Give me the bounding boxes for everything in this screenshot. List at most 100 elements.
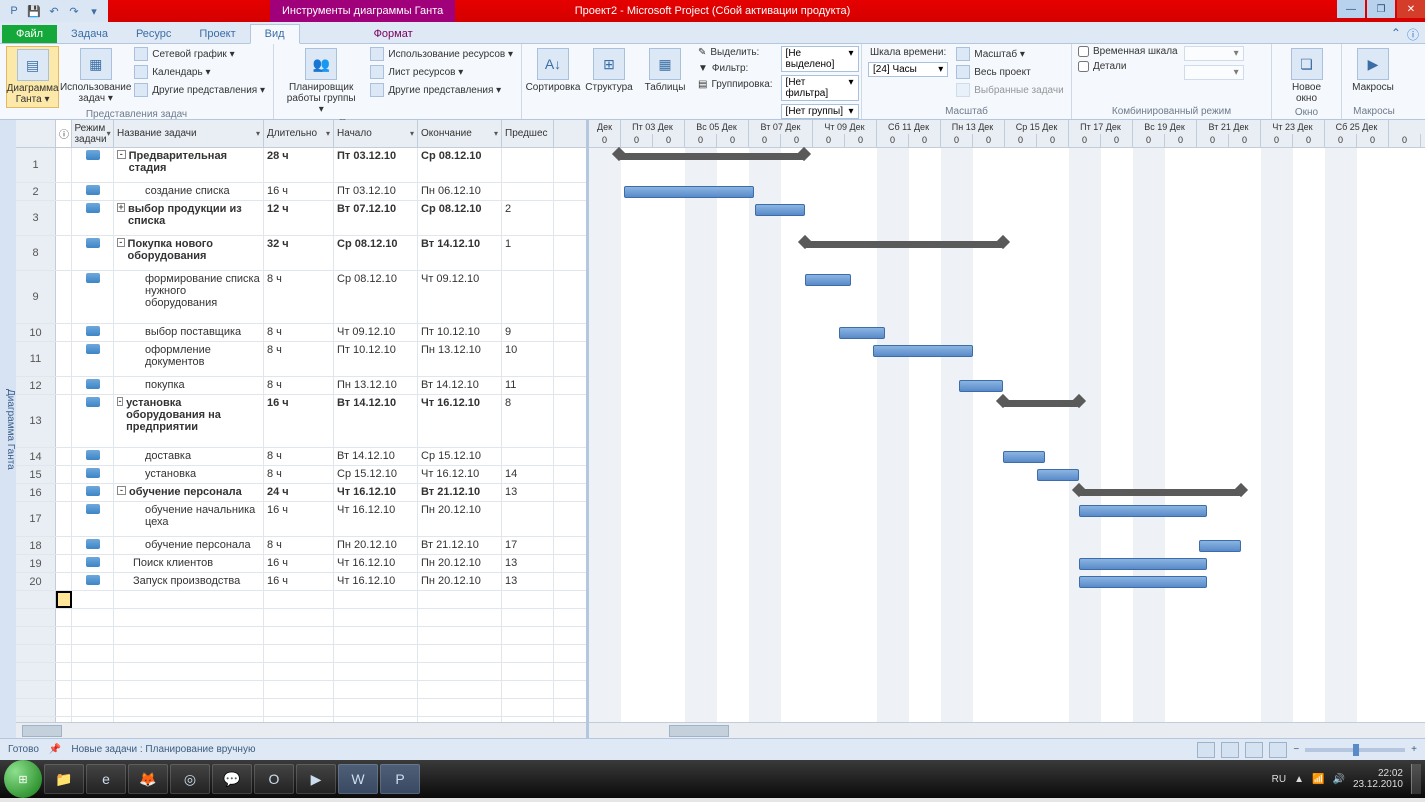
cell-info[interactable] xyxy=(56,342,72,376)
other-views-button[interactable]: Другие представления ▾ xyxy=(132,82,267,98)
cell-mode[interactable] xyxy=(72,324,114,341)
cell-mode[interactable] xyxy=(72,342,114,376)
table-row[interactable]: 16-обучение персонала24 чЧт 16.12.10Вт 2… xyxy=(16,484,586,502)
cell-pred[interactable]: 2 xyxy=(502,201,554,235)
cell-start[interactable]: Пт 03.12.10 xyxy=(334,183,418,200)
cell-end[interactable]: Пн 13.12.10 xyxy=(418,342,502,376)
task-usage-button[interactable]: ▦ Использование задач ▾ xyxy=(65,46,126,108)
taskbar-project[interactable]: P xyxy=(380,764,420,794)
tab-format[interactable]: Формат xyxy=(360,25,427,43)
timescale-hour[interactable]: 0 xyxy=(653,134,685,148)
cell-end[interactable]: Ср 08.12.10 xyxy=(418,201,502,235)
tables-button[interactable]: ▦Таблицы xyxy=(640,46,690,119)
cell-pred[interactable] xyxy=(502,271,554,323)
cell-info[interactable] xyxy=(56,573,72,590)
table-row-blank[interactable] xyxy=(16,699,586,717)
th-end[interactable]: Окончание▾ xyxy=(418,120,502,147)
cell-duration[interactable]: 16 ч xyxy=(264,573,334,590)
table-row[interactable]: 3+выбор продукции из списка12 чВт 07.12.… xyxy=(16,201,586,236)
cell-end[interactable]: Пн 20.12.10 xyxy=(418,573,502,590)
timescale-hour[interactable]: 0 xyxy=(1101,134,1133,148)
outline-toggle-icon[interactable]: - xyxy=(117,238,125,247)
th-mode[interactable]: Режим задачи▾ xyxy=(72,120,114,147)
sort-button[interactable]: A↓Сортировка xyxy=(528,46,578,119)
tray-network-icon[interactable]: 📶 xyxy=(1312,774,1324,785)
cell-mode[interactable] xyxy=(72,448,114,465)
th-pred[interactable]: Предшес xyxy=(502,120,554,147)
row-number[interactable]: 8 xyxy=(16,236,56,270)
cell-mode[interactable] xyxy=(72,271,114,323)
cell-start[interactable]: Пн 20.12.10 xyxy=(334,537,418,554)
zoom-out-button[interactable]: − xyxy=(1293,744,1299,755)
timescale-day[interactable]: Сб 25 Дек xyxy=(1325,120,1389,134)
cell-duration[interactable]: 8 ч xyxy=(264,448,334,465)
cell-mode[interactable] xyxy=(72,591,114,608)
gantt-row[interactable] xyxy=(589,466,1425,484)
timescale-hour[interactable]: 0 xyxy=(781,134,813,148)
gantt-row[interactable] xyxy=(589,573,1425,591)
cell-start[interactable]: Чт 16.12.10 xyxy=(334,573,418,590)
cell-info[interactable] xyxy=(56,183,72,200)
cell-name[interactable]: формирование списка нужного оборудования xyxy=(114,271,264,323)
cell-name[interactable]: -установка оборудования на предприятии xyxy=(114,395,264,447)
cell-name[interactable]: -Предварительная стадия xyxy=(114,148,264,182)
cell-mode[interactable] xyxy=(72,148,114,182)
table-row-blank[interactable] xyxy=(16,681,586,699)
cell-start[interactable]: Чт 16.12.10 xyxy=(334,502,418,536)
zoom-slider[interactable] xyxy=(1305,748,1405,752)
cell-info[interactable] xyxy=(56,324,72,341)
row-number[interactable]: 17 xyxy=(16,502,56,536)
cell-start[interactable] xyxy=(334,591,418,608)
taskbar-ie[interactable]: e xyxy=(86,764,126,794)
timescale-day[interactable]: Пт 03 Дек xyxy=(621,120,685,134)
timeline-checkbox[interactable]: Временная шкала xyxy=(1078,46,1178,57)
cell-start[interactable]: Вт 07.12.10 xyxy=(334,201,418,235)
view-sidebar[interactable]: Диаграмма Ганта xyxy=(0,120,16,738)
cell-duration[interactable]: 32 ч xyxy=(264,236,334,270)
cell-end[interactable]: Пн 20.12.10 xyxy=(418,502,502,536)
cell-start[interactable]: Чт 16.12.10 xyxy=(334,555,418,572)
timescale-hour[interactable]: 0 xyxy=(845,134,877,148)
table-row-blank[interactable] xyxy=(16,609,586,627)
gantt-row[interactable] xyxy=(589,271,1425,324)
timescale-hour[interactable]: 0 xyxy=(621,134,653,148)
timescale-day[interactable]: Вс 19 Дек xyxy=(1133,120,1197,134)
gantt-row[interactable] xyxy=(589,148,1425,183)
table-row-blank[interactable] xyxy=(16,663,586,681)
th-rownum[interactable] xyxy=(16,120,56,147)
cell-info[interactable] xyxy=(56,466,72,483)
timescale-hour[interactable]: 0 xyxy=(589,134,621,148)
cell-mode[interactable] xyxy=(72,502,114,536)
cell-duration[interactable]: 8 ч xyxy=(264,324,334,341)
table-row[interactable]: 8-Покупка нового оборудования32 чСр 08.1… xyxy=(16,236,586,271)
timescale-day[interactable]: Чт 23 Дек xyxy=(1261,120,1325,134)
gantt-row[interactable] xyxy=(589,183,1425,201)
taskbar-explorer[interactable]: 📁 xyxy=(44,764,84,794)
row-number[interactable]: 3 xyxy=(16,201,56,235)
task-bar[interactable] xyxy=(1003,451,1045,463)
resource-sheet-button[interactable]: Лист ресурсов ▾ xyxy=(368,64,515,80)
cell-start[interactable]: Чт 09.12.10 xyxy=(334,324,418,341)
timescale-hour[interactable]: 0 xyxy=(1389,134,1421,148)
tab-task[interactable]: Задача xyxy=(57,25,122,43)
cell-name[interactable]: доставка xyxy=(114,448,264,465)
view-shortcut-1[interactable] xyxy=(1197,742,1215,758)
summary-bar[interactable] xyxy=(1079,489,1241,496)
cell-pred[interactable]: 10 xyxy=(502,342,554,376)
table-row[interactable]: 20Запуск производства16 чЧт 16.12.10Пн 2… xyxy=(16,573,586,591)
cell-duration[interactable]: 28 ч xyxy=(264,148,334,182)
cell-name[interactable]: -Покупка нового оборудования xyxy=(114,236,264,270)
timescale-hour[interactable]: 0 xyxy=(941,134,973,148)
details-checkbox[interactable]: Детали xyxy=(1078,61,1178,72)
table-row-empty[interactable] xyxy=(16,591,586,609)
new-window-button[interactable]: ❏Новое окно xyxy=(1278,46,1335,106)
task-bar[interactable] xyxy=(1037,469,1079,481)
cell-start[interactable]: Пт 10.12.10 xyxy=(334,342,418,376)
cell-end[interactable] xyxy=(418,591,502,608)
cell-start[interactable]: Ср 08.12.10 xyxy=(334,271,418,323)
resource-usage-button[interactable]: Использование ресурсов ▾ xyxy=(368,46,515,62)
gantt-row[interactable] xyxy=(589,448,1425,466)
task-bar[interactable] xyxy=(873,345,973,357)
row-number[interactable]: 10 xyxy=(16,324,56,341)
cell-mode[interactable] xyxy=(72,236,114,270)
